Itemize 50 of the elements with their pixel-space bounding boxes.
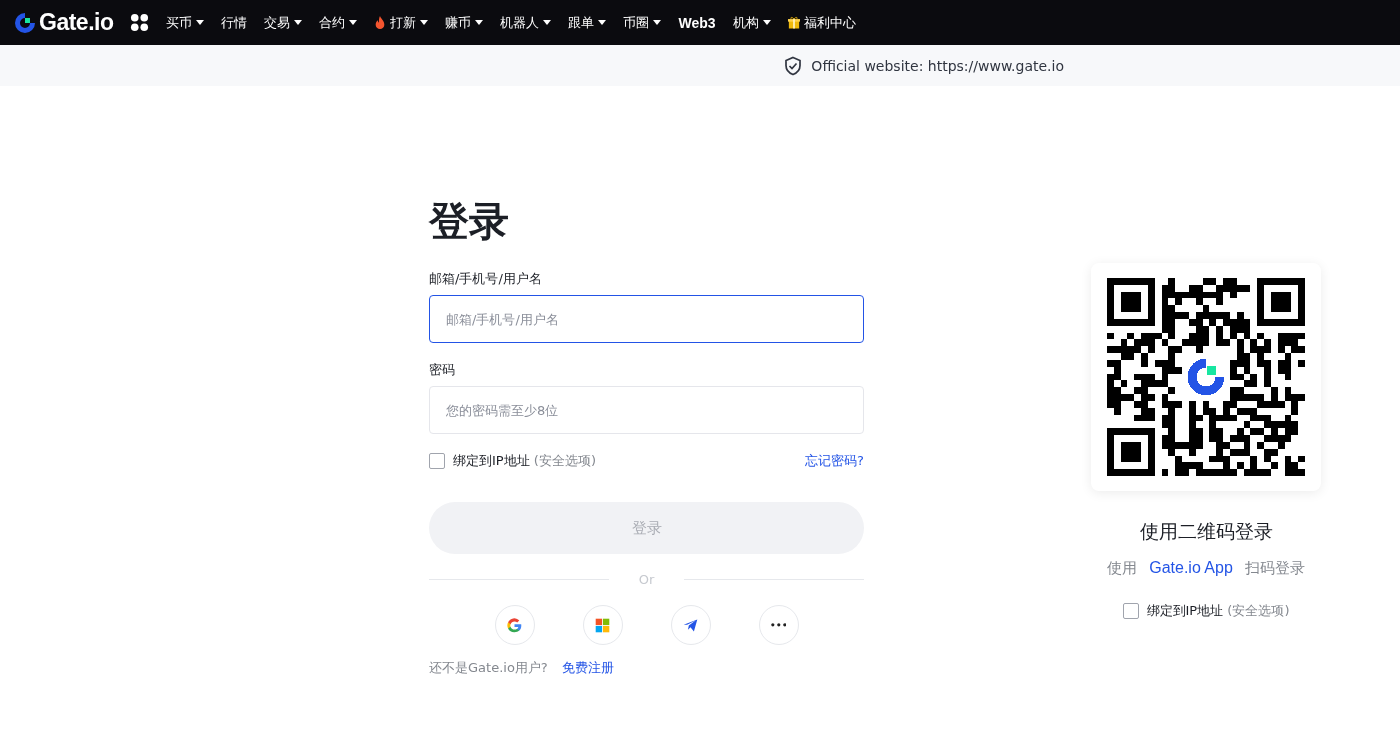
apps-icon[interactable]: [130, 13, 150, 32]
signup-link[interactable]: 免费注册: [561, 659, 614, 677]
nav-menu-item[interactable]: 打新: [374, 13, 429, 32]
checkbox-label: 绑定到IP地址 (安全选项): [453, 452, 596, 470]
logo-wordmark[interactable]: Gate.io: [39, 9, 114, 36]
nav-menu-item[interactable]: 跟单: [568, 13, 607, 32]
logo-icon[interactable]: [13, 10, 37, 35]
nav-menu-item[interactable]: 币圈: [623, 13, 662, 32]
checkbox[interactable]: [1122, 603, 1139, 619]
field-label: 密码: [429, 361, 456, 379]
nav-menu-item[interactable]: 买币: [166, 13, 205, 32]
qr-login-title: 使用二维码登录: [1139, 519, 1273, 544]
caret-icon: [762, 19, 771, 26]
nav-menu-item[interactable]: 合约: [319, 13, 358, 32]
caret-icon: [653, 19, 662, 26]
divider-label: Or: [638, 572, 655, 587]
nav-menu-item[interactable]: 福利中心: [787, 13, 856, 32]
four-squares-icon: [594, 616, 611, 634]
qr-hint-text: 扫码登录: [1244, 559, 1305, 578]
nav-menu-item[interactable]: 赚币: [445, 13, 484, 32]
caret-icon: [196, 19, 205, 26]
google-g-icon: [506, 616, 523, 634]
nav-menu-item[interactable]: 行情: [221, 13, 248, 32]
caret-icon: [349, 19, 358, 26]
qr-hint-text: 使用: [1107, 559, 1138, 578]
caret-icon: [598, 19, 607, 26]
nav-menu-item[interactable]: Web3: [678, 14, 716, 31]
nav-menu-item[interactable]: 交易: [264, 13, 303, 32]
app-link[interactable]: Gate.io App: [1149, 559, 1233, 578]
official-website-notice: Official website: https://www.gate.io: [811, 57, 1064, 74]
page-title: 登录: [429, 197, 510, 246]
field-label: 邮箱/手机号/用户名: [429, 270, 543, 288]
microsoft-login-button[interactable]: [582, 605, 623, 645]
caret-icon: [475, 19, 484, 26]
signup-prompt: 还不是Gate.io用户?: [429, 659, 548, 677]
forgot-password-link[interactable]: 忘记密码?: [805, 452, 864, 470]
gift-icon: [787, 16, 800, 29]
input-field[interactable]: 邮箱/手机号/用户名: [429, 295, 864, 343]
checkbox-label: 绑定到IP地址 (安全选项): [1146, 602, 1290, 620]
caret-icon: [420, 19, 429, 26]
nav-menu-item[interactable]: 机构: [732, 13, 771, 32]
caret-icon: [543, 19, 552, 26]
more-dots-icon: [770, 623, 787, 627]
flame-icon: [374, 16, 387, 29]
google-login-button[interactable]: [494, 605, 535, 645]
caret-icon: [294, 19, 303, 26]
shield-check-icon: [783, 55, 804, 76]
telegram-login-button[interactable]: [670, 605, 711, 645]
nav-menu-item[interactable]: 机器人: [500, 13, 552, 32]
checkbox[interactable]: [429, 453, 445, 469]
